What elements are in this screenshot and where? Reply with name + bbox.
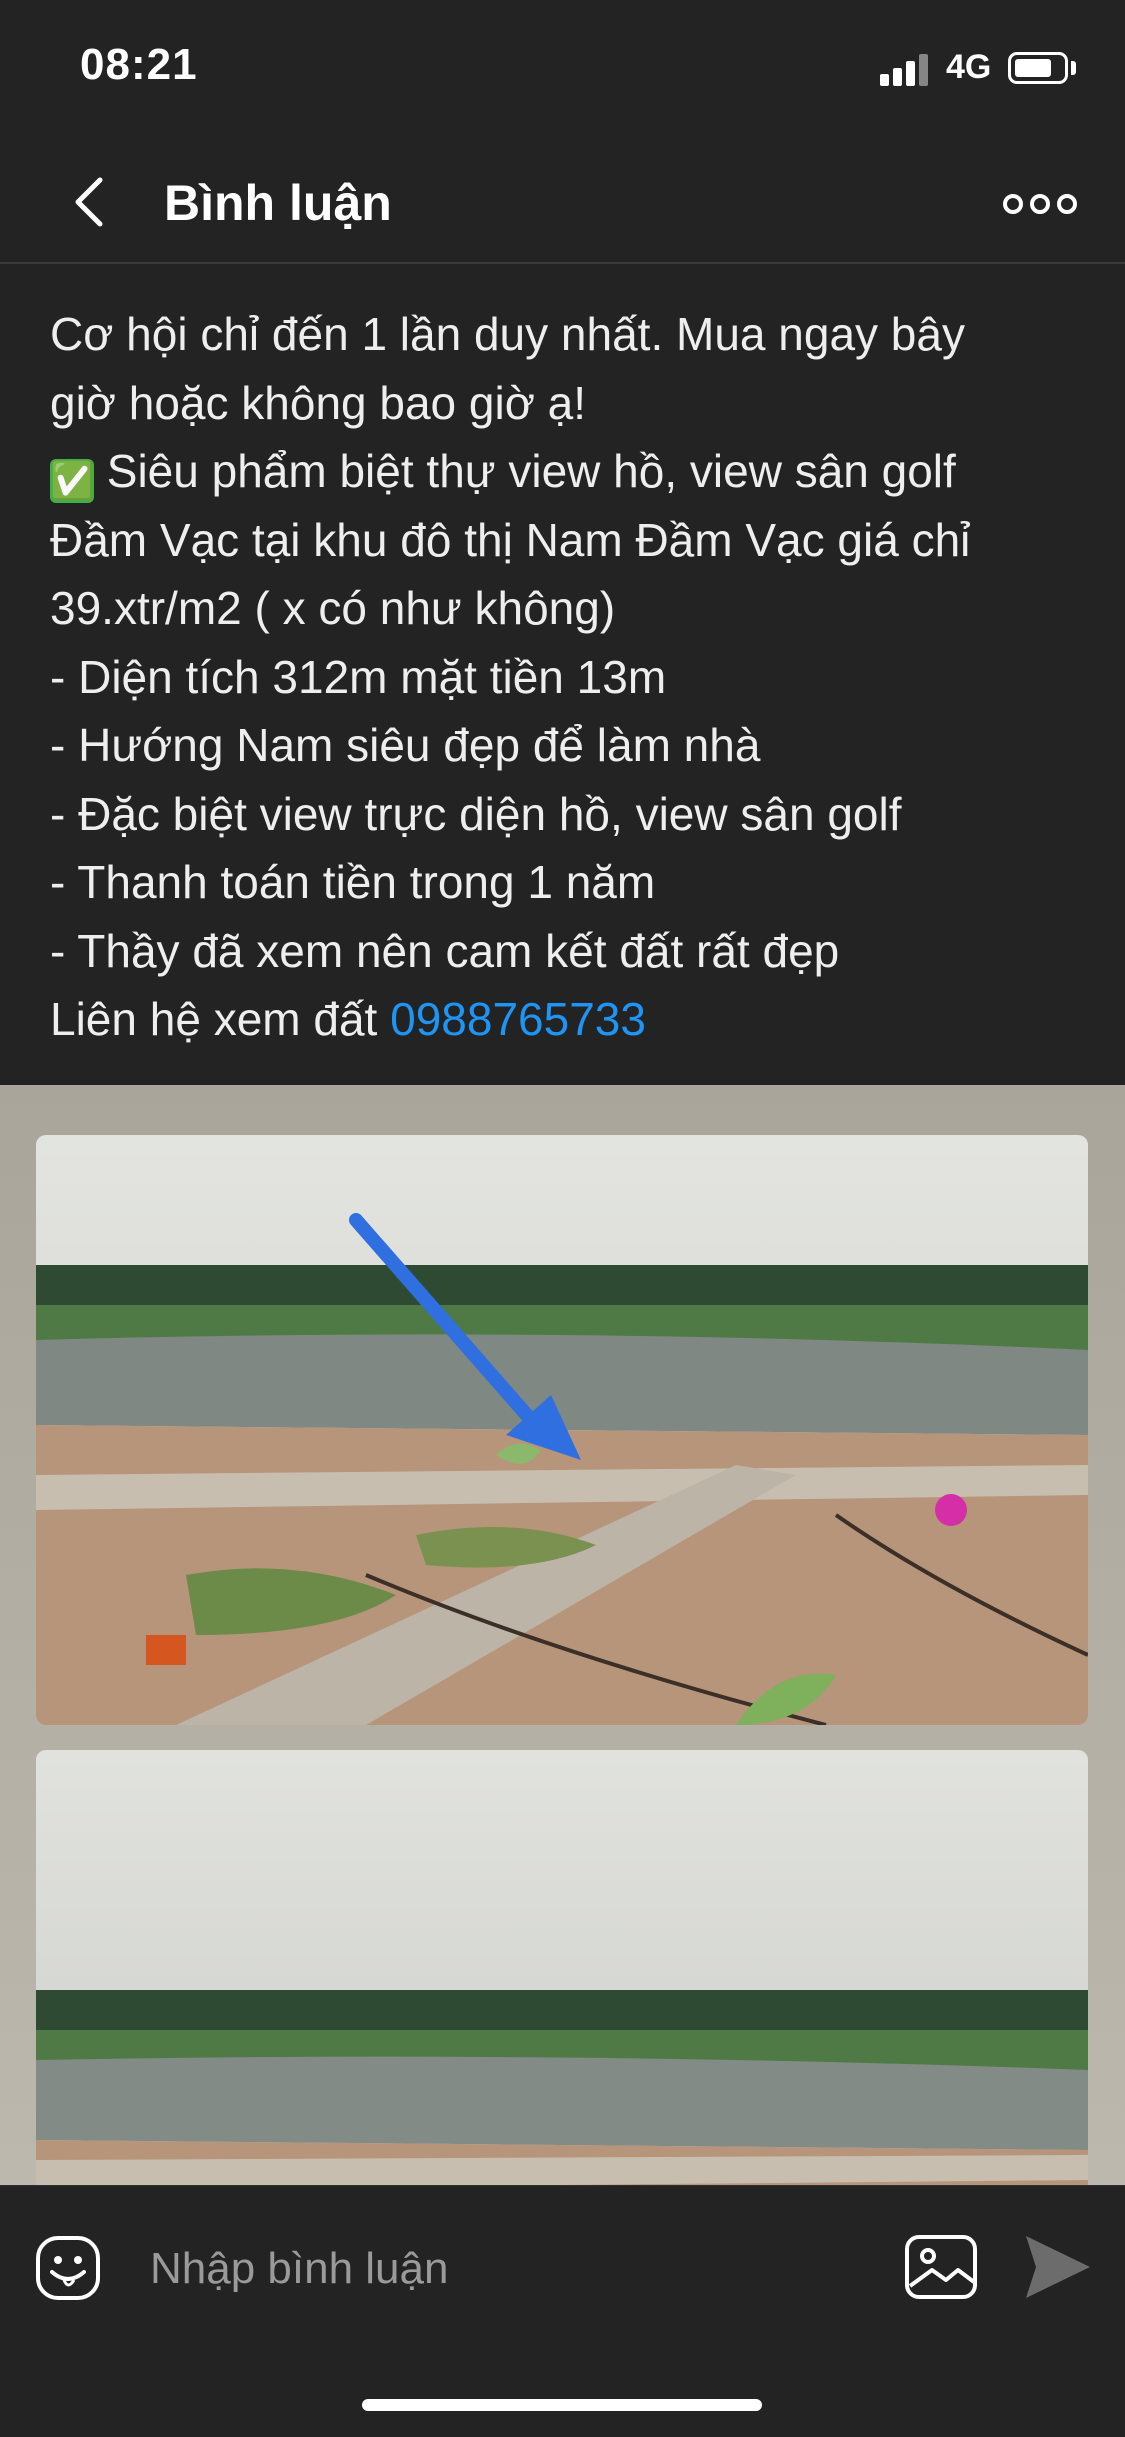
post-line-6: - Diện tích 312m mặt tiền 13m	[50, 650, 667, 703]
contact-label: Liên hệ xem đất	[50, 993, 378, 1045]
post-text: Cơ hội chỉ đến 1 lần duy nhất. Mua ngay …	[50, 300, 1090, 1054]
network-type: 4G	[946, 48, 992, 86]
post-line-5: 39.xtr/m2 ( x có như không)	[50, 582, 616, 634]
post-line-4: Đầm Vạc tại khu đô thị Nam Đầm Vạc giá c…	[50, 513, 971, 566]
nav-bar: Bình luận	[0, 140, 1125, 264]
post-photo-2[interactable]	[36, 1750, 1088, 2185]
check-mark-icon: ✅	[50, 459, 95, 503]
battery-cap	[1071, 61, 1076, 75]
post-line-7: - Hướng Nam siêu đẹp để làm nhà	[50, 719, 761, 771]
post-line-8: - Đặc biệt view trực diện hồ, view sân g…	[50, 787, 902, 840]
post-photo-1[interactable]	[36, 1135, 1088, 1725]
comment-input[interactable]	[148, 2238, 872, 2300]
post-line-3: Siêu phẩm biệt thự view hồ, view sân gol…	[106, 445, 956, 497]
home-indicator	[362, 2399, 762, 2411]
battery-icon	[1008, 52, 1068, 84]
status-bar: 08:21 4G	[0, 0, 1125, 140]
signal-icon	[880, 52, 932, 86]
status-time: 08:21	[80, 40, 198, 89]
post-line-9: - Thanh toán tiền trong 1 năm	[50, 856, 656, 908]
phone-link[interactable]: 0988765733	[390, 993, 646, 1045]
comment-bar	[0, 2185, 1125, 2437]
back-icon[interactable]	[62, 172, 122, 232]
image-icon[interactable]	[904, 2234, 978, 2300]
post-line-10: - Thầy đã xem nên cam kết đất rất đẹp	[50, 924, 840, 977]
more-icon[interactable]	[1000, 184, 1080, 224]
send-icon[interactable]	[1022, 2232, 1094, 2302]
page-title: Bình luận	[164, 175, 392, 231]
photo-gallery	[0, 1085, 1125, 2185]
emoji-icon[interactable]	[34, 2234, 102, 2302]
post-line-2: giờ hoặc không bao giờ ạ!	[50, 376, 587, 429]
post-line-1: Cơ hội chỉ đến 1 lần duy nhất. Mua ngay …	[50, 308, 965, 360]
